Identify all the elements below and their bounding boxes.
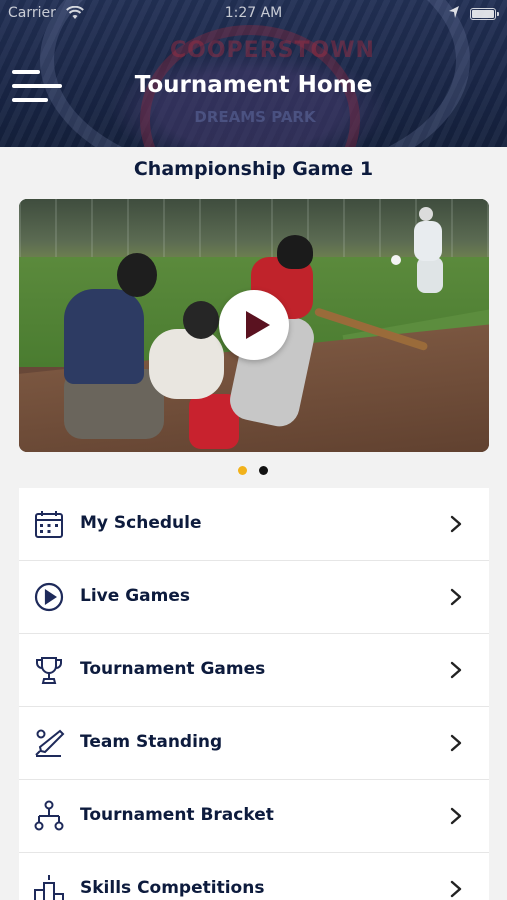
chevron-right-icon xyxy=(449,733,463,753)
background-logo-text: COOPERSTOWN xyxy=(170,38,375,63)
menu-item-label: My Schedule xyxy=(80,513,202,533)
chevron-right-icon xyxy=(449,806,463,826)
battery-icon xyxy=(470,8,499,20)
menu-item-label: Team Standing xyxy=(80,732,223,752)
chevron-right-icon xyxy=(449,879,463,899)
chevron-right-icon xyxy=(449,587,463,607)
menu-item-tournament-games[interactable]: Tournament Games xyxy=(19,634,489,707)
chevron-right-icon xyxy=(449,514,463,534)
header-banner: COOPERSTOWN DREAMS PARK Carrier 1:27 AM … xyxy=(0,0,507,147)
status-bar: Carrier 1:27 AM xyxy=(0,0,507,26)
menu-item-my-schedule[interactable]: My Schedule xyxy=(19,488,489,561)
chevron-right-icon xyxy=(449,660,463,680)
status-time: 1:27 AM xyxy=(224,5,283,21)
play-icon xyxy=(246,311,270,339)
calendar-icon xyxy=(33,508,65,540)
bat-and-ball-icon xyxy=(33,727,65,759)
podium-icon xyxy=(33,873,65,900)
background-logo-subtext: DREAMS PARK xyxy=(194,108,316,126)
trophy-icon xyxy=(33,654,65,686)
fielder-figure xyxy=(417,257,443,293)
carousel-pager xyxy=(238,466,278,476)
menu-item-tournament-bracket[interactable]: Tournament Bracket xyxy=(19,780,489,853)
tournament-menu-list: My Schedule Live Games Tournament Games … xyxy=(19,488,489,900)
menu-item-team-standing[interactable]: Team Standing xyxy=(19,707,489,780)
menu-item-label: Tournament Games xyxy=(80,659,266,679)
bracket-icon xyxy=(33,800,65,832)
menu-item-live-games[interactable]: Live Games xyxy=(19,561,489,634)
featured-video-thumbnail[interactable] xyxy=(19,199,489,452)
play-button[interactable] xyxy=(219,290,289,360)
pager-dot-active[interactable] xyxy=(238,466,247,475)
page-title: Tournament Home xyxy=(134,72,373,98)
menu-item-label: Skills Competitions xyxy=(80,878,265,898)
pager-dot[interactable] xyxy=(259,466,268,475)
play-circle-icon xyxy=(33,581,65,613)
menu-item-skills-competitions[interactable]: Skills Competitions xyxy=(19,853,489,900)
location-arrow-icon xyxy=(448,5,460,23)
menu-item-label: Tournament Bracket xyxy=(80,805,274,825)
menu-item-label: Live Games xyxy=(80,586,190,606)
featured-game-title: Championship Game 1 xyxy=(133,158,374,180)
baseball xyxy=(391,255,401,265)
